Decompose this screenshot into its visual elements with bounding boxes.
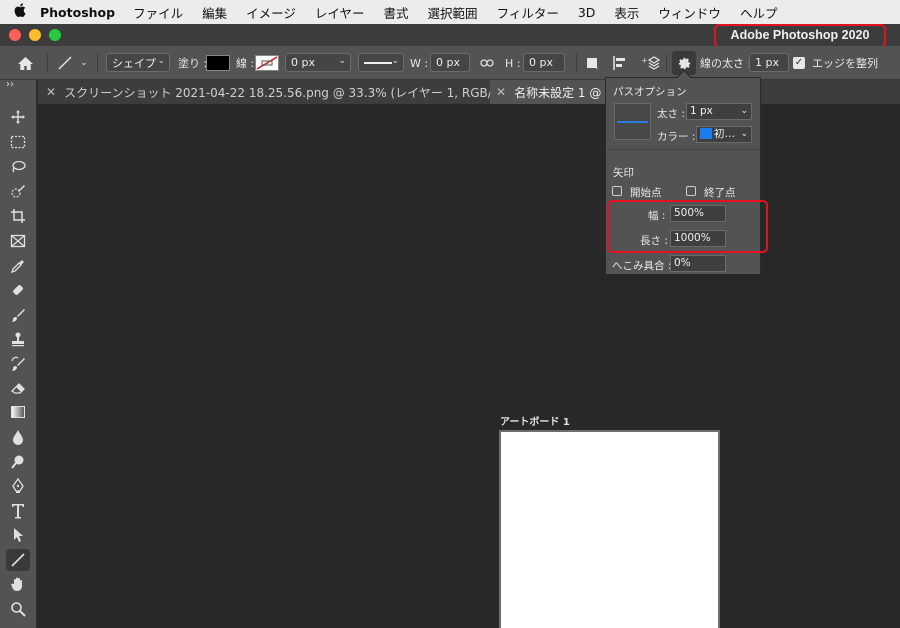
menu-image[interactable]: イメージ [246,3,296,22]
stroke-type-select[interactable]: ⌄ [358,53,404,72]
end-point-label: 終了点 [704,187,736,199]
zoom-window-button[interactable] [49,29,61,41]
app-menu[interactable]: Photoshop [40,5,115,20]
path-alignment-icon[interactable] [612,53,628,73]
close-tab-icon[interactable]: ✕ [496,85,506,99]
document-tabs: ✕ スクリーンショット 2021-04-22 18.25.56.png @ 33… [38,80,900,104]
tab-label: 名称未設定 1 @ 77 [514,85,608,100]
width-input[interactable]: 0 px [430,53,470,72]
path-arrangement-icon[interactable]: + [641,53,661,73]
line-tool-icon[interactable] [6,549,30,571]
path-selection-tool-icon[interactable] [6,524,30,546]
menu-edit[interactable]: 編集 [202,3,227,22]
concavity-label: へこみ具合 : [612,260,672,272]
tool-mode-select[interactable]: シェイプ ⌄ [106,53,170,72]
start-point-checkbox[interactable] [612,186,622,196]
marquee-tool-icon[interactable] [6,131,30,153]
h-label: H : [505,56,521,70]
fill-swatch[interactable] [206,55,230,71]
tab-untitled-document[interactable]: ✕ 名称未設定 1 @ 77 [490,80,608,104]
lasso-tool-icon[interactable] [6,156,30,178]
chevron-down-icon: ⌄ [740,129,748,139]
w-label: W : [410,56,429,70]
svg-text:+: + [641,56,648,65]
menu-filter[interactable]: フィルター [497,3,559,22]
menu-3d[interactable]: 3D [578,5,596,20]
clone-stamp-tool-icon[interactable] [6,328,30,350]
chevron-down-icon: ⌄ [157,56,165,66]
menu-help[interactable]: ヘルプ [740,3,778,22]
eyedropper-tool-icon[interactable] [6,255,30,277]
color-select[interactable]: 初… ⌄ [696,126,752,143]
menu-select[interactable]: 選択範囲 [428,3,478,22]
close-tab-icon[interactable]: ✕ [46,85,56,99]
window-title-bar: Adobe Photoshop 2020 [0,24,900,48]
stroke-width-select[interactable]: 0 px ⌄ [285,53,351,72]
color-label: カラー : [657,131,696,143]
chevron-down-icon: ⌄ [740,106,748,116]
apple-icon[interactable] [0,3,40,21]
blur-tool-icon[interactable] [6,426,30,448]
color-swatch [700,128,712,139]
chevron-down-icon: ⌄ [338,56,346,66]
crop-tool-icon[interactable] [6,205,30,227]
stroke-swatch[interactable] [255,55,279,71]
move-tool-icon[interactable] [6,106,30,128]
thickness-select[interactable]: 1 px ⌄ [686,103,752,120]
path-options-title: パスオプション [613,86,687,98]
thickness-label: 太さ : [657,108,685,120]
frame-tool-icon[interactable] [6,230,30,252]
highlight-box [607,200,768,253]
quick-selection-tool-icon[interactable] [6,180,30,202]
zoom-tool-icon[interactable] [6,598,30,620]
align-edges-checkbox[interactable]: ✓ [793,57,805,69]
align-edges-label: エッジを整列 [812,57,878,70]
path-operations-icon[interactable] [585,53,599,73]
history-brush-tool-icon[interactable] [6,353,30,375]
healing-brush-tool-icon[interactable] [6,279,30,301]
gradient-tool-icon[interactable] [6,401,30,423]
artboard-label[interactable]: アートボード 1 [500,413,570,428]
minimize-window-button[interactable] [29,29,41,41]
fill-label: 塗り : [178,57,208,70]
hand-tool-icon[interactable] [6,573,30,595]
type-tool-icon[interactable] [6,500,30,522]
concavity-input[interactable]: 0% [670,255,726,272]
chevron-down-icon: ⌄ [391,56,399,66]
app-title: Adobe Photoshop 2020 [714,24,886,48]
line-weight-label: 線の太さ : [700,57,752,70]
close-window-button[interactable] [9,29,21,41]
menu-window[interactable]: ウィンドウ [658,3,721,22]
line-weight-input[interactable]: 1 px [749,53,789,72]
artboard[interactable] [499,430,720,628]
home-icon[interactable] [17,53,34,73]
menu-type[interactable]: 書式 [384,3,409,22]
tools-panel: ›› [0,79,37,628]
chevron-down-icon[interactable]: ⌄ [80,53,88,73]
arrowheads-title: 矢印 [613,167,634,179]
menu-bar: Photoshop ファイル 編集 イメージ レイヤー 書式 選択範囲 フィルタ… [0,0,900,24]
path-preview [614,103,651,140]
brush-tool-icon[interactable] [6,304,30,326]
line-tool-preset-icon[interactable] [57,53,73,73]
options-bar: ⌄ シェイプ ⌄ 塗り : 線 : 0 px ⌄ ⌄ W : 0 px H : 0 … [0,46,900,80]
menu-file[interactable]: ファイル [133,3,183,22]
start-point-label: 開始点 [630,187,662,199]
panel-expand-icon[interactable]: ›› [6,79,14,90]
pen-tool-icon[interactable] [6,475,30,497]
tab-label: スクリーンショット 2021-04-22 18.25.56.png @ 33.3… [64,85,490,100]
end-point-checkbox[interactable] [686,186,696,196]
tab-screenshot-document[interactable]: ✕ スクリーンショット 2021-04-22 18.25.56.png @ 33… [38,80,490,104]
menu-layer[interactable]: レイヤー [315,3,365,22]
path-preview-line [617,121,648,123]
link-icon[interactable] [480,53,494,73]
stroke-label: 線 : [236,57,255,70]
eraser-tool-icon[interactable] [6,377,30,399]
canvas-area[interactable] [38,104,900,628]
menu-view[interactable]: 表示 [614,3,639,22]
stroke-line-icon [364,61,392,64]
height-input[interactable]: 0 px [523,53,565,72]
dodge-tool-icon[interactable] [6,451,30,473]
